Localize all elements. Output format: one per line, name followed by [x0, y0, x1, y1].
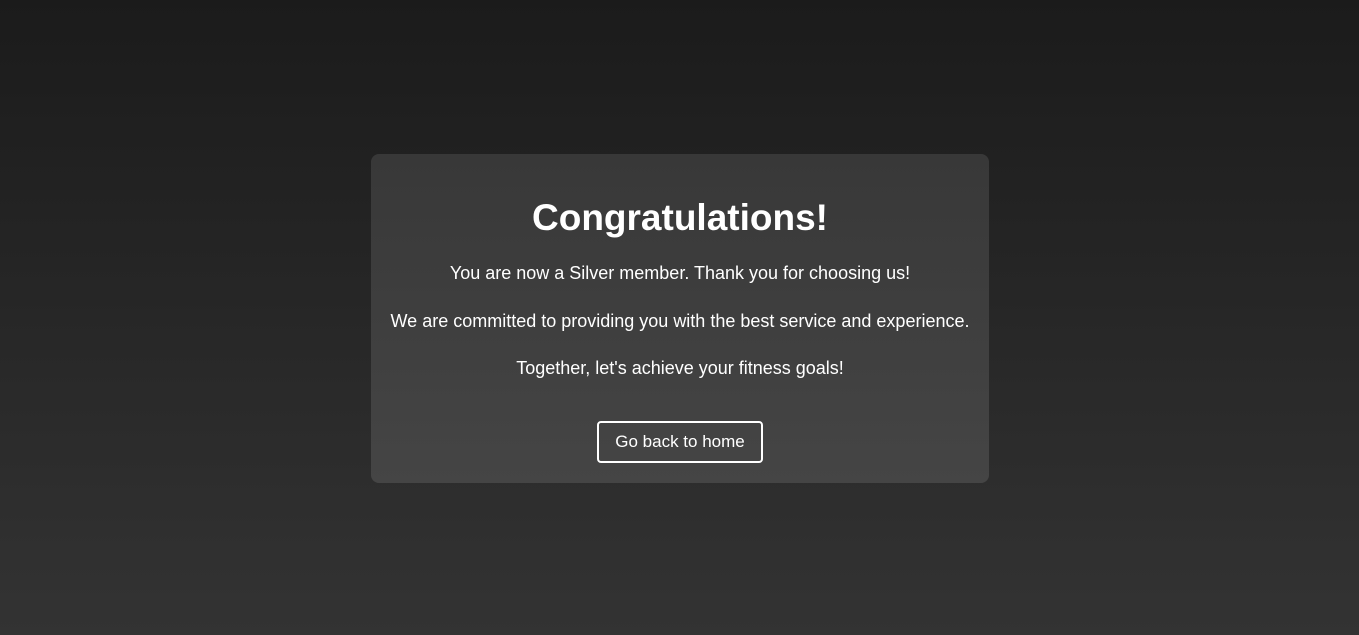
membership-message: You are now a Silver member. Thank you f… — [449, 263, 911, 283]
commitment-message: We are committed to providing you with t… — [390, 311, 970, 331]
fitness-goals-message: Together, let's achieve your fitness goa… — [516, 358, 844, 378]
go-back-home-button[interactable]: Go back to home — [597, 421, 763, 463]
page-title: Congratulations! — [532, 197, 828, 238]
confirmation-card: Congratulations! You are now a Silver me… — [371, 154, 989, 483]
